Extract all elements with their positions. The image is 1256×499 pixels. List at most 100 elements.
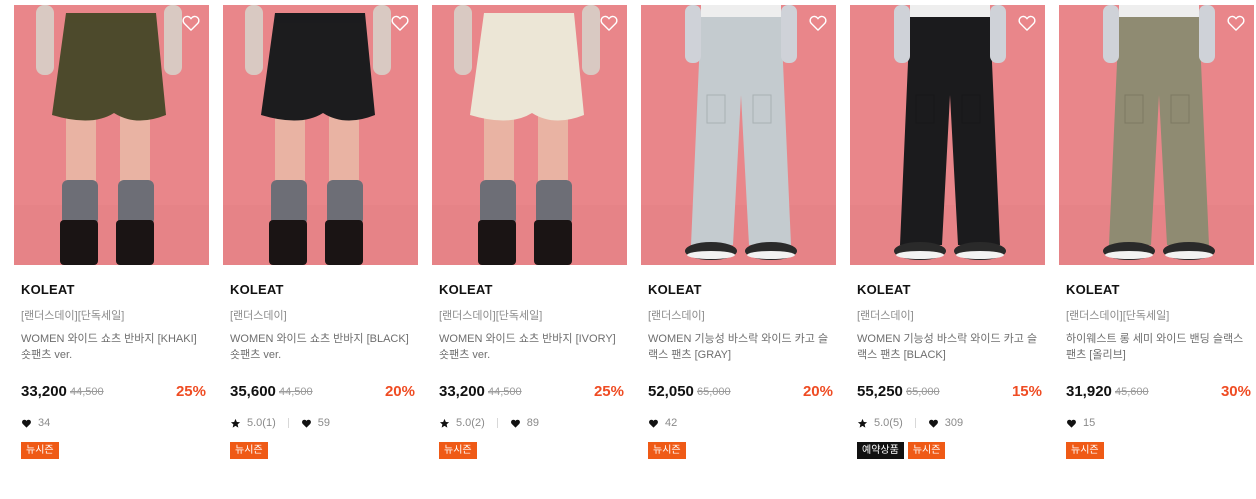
badge-list: 뉴시즌 (648, 442, 686, 459)
product-meta: 34 (21, 417, 50, 429)
discount-rate: 20% (802, 383, 833, 400)
wishlist-heart-icon[interactable] (599, 13, 619, 33)
promo-tag: [랜더스데이] (648, 310, 705, 322)
discount-rate: 25% (175, 383, 206, 400)
rating: 5.0(5) (857, 417, 903, 429)
brand-name[interactable]: KOLEAT (21, 282, 75, 297)
wishlist-heart-icon[interactable] (390, 13, 410, 33)
discount-rate: 20% (384, 383, 415, 400)
product-title[interactable]: 하이웨스트 롱 세미 와이드 밴딩 슬랙스 팬츠 [올리브] (1066, 331, 1252, 363)
badge-list: 뉴시즌 (21, 442, 59, 459)
product-meta: 5.0(1) 59 (230, 417, 330, 429)
like-count: 89 (526, 417, 539, 429)
rating-value: 5.0(1) (247, 417, 276, 429)
product-meta: 5.0(2) 89 (439, 417, 539, 429)
product-card[interactable]: KOLEAT [랜더스데이] WOMEN 기능성 바스락 와이드 카고 슬랙스 … (641, 5, 836, 459)
product-photo (14, 5, 209, 265)
brand-name[interactable]: KOLEAT (648, 282, 702, 297)
brand-name[interactable]: KOLEAT (1066, 282, 1120, 297)
original-price: 65,000 (697, 386, 731, 398)
sale-price: 35,600 (230, 383, 276, 400)
meta-divider (496, 418, 498, 428)
original-price: 44,500 (70, 386, 104, 398)
product-photo (432, 5, 627, 265)
product-meta: 42 (648, 417, 677, 429)
product-card[interactable]: KOLEAT [랜더스데이] WOMEN 와이드 쇼츠 반바지 [BLACK] … (223, 5, 418, 459)
product-photo (641, 5, 836, 265)
badge: 뉴시즌 (648, 442, 686, 459)
promo-tag: [랜더스데이][단독세일] (1066, 310, 1170, 322)
product-title[interactable]: WOMEN 와이드 쇼츠 반바지 [KHAKI] 숏팬츠 ver. (21, 331, 207, 363)
original-price: 65,000 (906, 386, 940, 398)
wishlist-heart-icon[interactable] (1017, 13, 1037, 33)
star-icon (857, 418, 868, 428)
sale-price: 31,920 (1066, 383, 1112, 400)
product-title[interactable]: WOMEN 기능성 바스락 와이드 카고 슬랙스 팬츠 [GRAY] (648, 331, 834, 363)
promo-tag: [랜더스데이][단독세일] (21, 310, 125, 322)
promo-tag: [랜더스데이] (857, 310, 914, 322)
rating-value: 5.0(2) (456, 417, 485, 429)
original-price: 44,500 (488, 386, 522, 398)
discount-rate: 25% (593, 383, 624, 400)
like-count: 309 (944, 417, 964, 429)
badge-list: 뉴시즌 (1066, 442, 1104, 459)
product-image[interactable] (1059, 5, 1254, 265)
wishlist-heart-icon[interactable] (1226, 13, 1246, 33)
product-card[interactable]: KOLEAT [랜더스데이][단독세일] WOMEN 와이드 쇼츠 반바지 [I… (432, 5, 627, 459)
product-card[interactable]: KOLEAT [랜더스데이] WOMEN 기능성 바스락 와이드 카고 슬랙스 … (850, 5, 1045, 459)
brand-name[interactable]: KOLEAT (439, 282, 493, 297)
product-meta: 5.0(5) 309 (857, 417, 963, 429)
product-image[interactable] (14, 5, 209, 265)
star-icon (439, 418, 450, 428)
rating: 5.0(2) (439, 417, 485, 429)
promo-tag: [랜더스데이][단독세일] (439, 310, 543, 322)
star-icon (230, 418, 241, 428)
heart-filled-icon (1067, 419, 1076, 428)
product-image[interactable] (850, 5, 1045, 265)
sale-price: 33,200 (439, 383, 485, 400)
product-photo (1059, 5, 1254, 265)
product-image[interactable] (641, 5, 836, 265)
wishlist-heart-icon[interactable] (808, 13, 828, 33)
sale-price: 55,250 (857, 383, 903, 400)
badge: 뉴시즌 (907, 442, 946, 459)
rating-value: 5.0(5) (874, 417, 903, 429)
product-meta: 15 (1066, 417, 1095, 429)
product-title[interactable]: WOMEN 와이드 쇼츠 반바지 [BLACK] 숏팬츠 ver. (230, 331, 416, 363)
promo-tag: [랜더스데이] (230, 310, 287, 322)
badge-list: 뉴시즌 (439, 442, 477, 459)
discount-rate: 30% (1220, 383, 1251, 400)
meta-divider (914, 418, 916, 428)
badge: 뉴시즌 (21, 442, 59, 459)
product-title[interactable]: WOMEN 와이드 쇼츠 반바지 [IVORY] 숏팬츠 ver. (439, 331, 625, 363)
rating: 5.0(1) (230, 417, 276, 429)
sale-price: 33,200 (21, 383, 67, 400)
like-count: 34 (38, 417, 51, 429)
product-title[interactable]: WOMEN 기능성 바스락 와이드 카고 슬랙스 팬츠 [BLACK] (857, 331, 1043, 363)
product-image[interactable] (432, 5, 627, 265)
heart-filled-icon (928, 419, 938, 428)
heart-filled-icon (510, 419, 520, 428)
like-count: 59 (317, 417, 330, 429)
product-card[interactable]: KOLEAT [랜더스데이][단독세일] 하이웨스트 롱 세미 와이드 밴딩 슬… (1059, 5, 1254, 459)
original-price: 45,600 (1115, 386, 1149, 398)
product-card[interactable]: KOLEAT [랜더스데이][단독세일] WOMEN 와이드 쇼츠 반바지 [K… (14, 5, 209, 459)
heart-filled-icon (649, 419, 658, 428)
product-photo (850, 5, 1045, 265)
product-grid: KOLEAT [랜더스데이][단독세일] WOMEN 와이드 쇼츠 반바지 [K… (0, 0, 1256, 499)
badge: 뉴시즌 (1066, 442, 1104, 459)
brand-name[interactable]: KOLEAT (230, 282, 284, 297)
like-count: 42 (665, 417, 678, 429)
like-count: 15 (1083, 417, 1096, 429)
product-photo (223, 5, 418, 265)
meta-divider (287, 418, 289, 428)
brand-name[interactable]: KOLEAT (857, 282, 911, 297)
badge-list: 뉴시즌 (230, 442, 268, 459)
heart-filled-icon (301, 419, 311, 428)
wishlist-heart-icon[interactable] (181, 13, 201, 33)
original-price: 44,500 (279, 386, 313, 398)
badge: 예약상품 (857, 442, 904, 459)
product-image[interactable] (223, 5, 418, 265)
badge: 뉴시즌 (439, 442, 477, 459)
badge: 뉴시즌 (230, 442, 268, 459)
